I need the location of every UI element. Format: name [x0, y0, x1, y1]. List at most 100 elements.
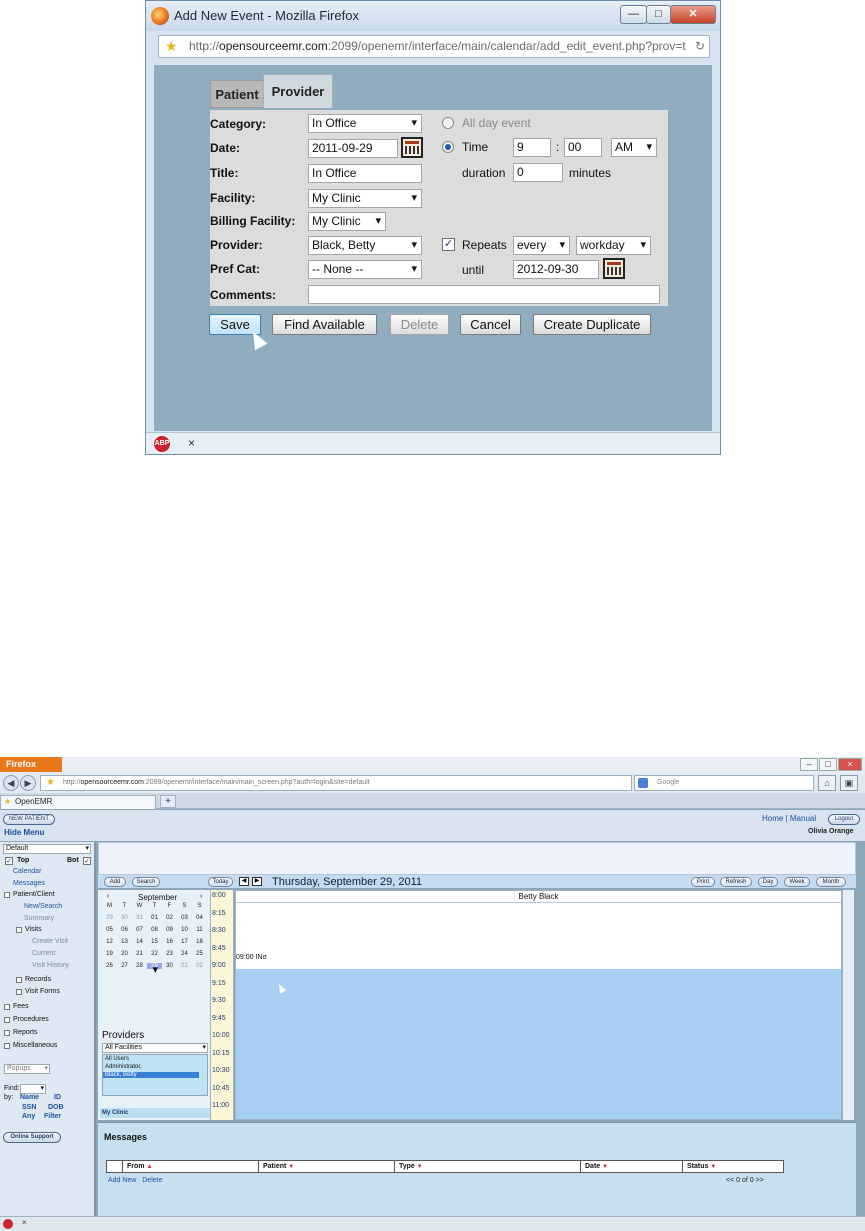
window-titlebar[interactable]: Add New Event - Mozilla Firefox — □ ✕: [146, 1, 720, 31]
time-slot[interactable]: 10:00: [212, 1032, 230, 1039]
nav-create-visit[interactable]: Create Visit: [32, 938, 68, 945]
nav-new-search[interactable]: New/Search: [24, 903, 62, 910]
calendar-day[interactable]: 29: [147, 963, 162, 976]
time-radio[interactable]: [442, 141, 454, 153]
time-slot[interactable]: 9:30: [212, 997, 226, 1004]
delete-button[interactable]: Delete: [390, 314, 449, 335]
column-patient[interactable]: Patient ▼: [259, 1161, 395, 1172]
calendar-day[interactable]: 09: [162, 927, 177, 933]
calendar-day[interactable]: 20: [117, 951, 132, 957]
maximize-button[interactable]: □: [646, 5, 671, 24]
facility-select[interactable]: My Clinic: [308, 189, 422, 208]
provider-select[interactable]: Black, Betty: [308, 236, 422, 255]
find-by-any[interactable]: Any: [22, 1113, 35, 1120]
minimize-button[interactable]: —: [620, 5, 647, 24]
nav-procedures[interactable]: Procedures: [13, 1016, 49, 1023]
home-link[interactable]: Home: [762, 814, 783, 823]
expand-icon[interactable]: [16, 989, 22, 995]
provider-list-item[interactable]: Administrator,: [105, 1064, 142, 1070]
month-view-button[interactable]: Month: [816, 877, 846, 887]
home-icon[interactable]: ⌂: [818, 775, 836, 791]
expand-icon[interactable]: [16, 977, 22, 983]
column-date[interactable]: Date ▼: [581, 1161, 683, 1172]
find-by-name[interactable]: Name: [20, 1094, 39, 1101]
prev-month-icon[interactable]: ‹: [107, 893, 109, 900]
find-filter[interactable]: Filter: [44, 1113, 61, 1120]
calendar-day[interactable]: 17: [177, 939, 192, 945]
nav-messages[interactable]: Messages: [13, 880, 45, 887]
adblock-icon[interactable]: ABP: [154, 436, 170, 452]
nav-calendar[interactable]: Calendar: [13, 868, 41, 875]
calendar-day[interactable]: 15: [147, 939, 162, 945]
comments-input[interactable]: [308, 285, 660, 304]
time-slot[interactable]: 8:45: [212, 945, 226, 952]
column-from[interactable]: From ▲: [123, 1161, 259, 1172]
day-grid-in-office[interactable]: [236, 969, 841, 1119]
calendar-scrollbar[interactable]: [842, 890, 854, 1120]
manual-link[interactable]: Manual: [790, 814, 816, 823]
calendar-day[interactable]: 23: [162, 951, 177, 957]
date-calendar-icon[interactable]: [401, 137, 423, 158]
time-slot[interactable]: 9:00: [212, 962, 226, 969]
repeats-checkbox[interactable]: ✓: [442, 238, 455, 251]
find-by-id[interactable]: ID: [54, 1094, 61, 1101]
add-event-button[interactable]: Add: [104, 877, 126, 887]
expand-icon[interactable]: [4, 1004, 10, 1010]
calendar-day[interactable]: 14: [132, 939, 147, 945]
nav-visit-forms[interactable]: Visit Forms: [25, 988, 60, 995]
title-input[interactable]: In Office: [308, 164, 422, 183]
repeat-every-select[interactable]: every: [513, 236, 570, 255]
delete-message-link[interactable]: Delete: [142, 1177, 162, 1184]
online-support-button[interactable]: Online Support: [3, 1132, 61, 1143]
hide-menu-link[interactable]: Hide Menu: [4, 828, 44, 837]
ampm-select[interactable]: AM: [611, 138, 657, 157]
nav-visits[interactable]: Visits: [25, 926, 42, 933]
close-button[interactable]: ✕: [670, 5, 716, 24]
expand-icon[interactable]: [4, 1017, 10, 1023]
calendar-day[interactable]: 01: [147, 915, 162, 921]
calendar-day[interactable]: 08: [147, 927, 162, 933]
bot-checkbox[interactable]: ✓: [83, 857, 91, 865]
time-slot[interactable]: 9:45: [212, 1015, 226, 1022]
calendar-day[interactable]: 19: [102, 951, 117, 957]
calendar-day[interactable]: 02: [162, 915, 177, 921]
time-slot[interactable]: 8:00: [212, 892, 226, 899]
close-addon-bar-icon[interactable]: ×: [188, 436, 195, 450]
calendar-day[interactable]: 24: [177, 951, 192, 957]
calendar-day[interactable]: 25: [192, 951, 207, 957]
calendar-day[interactable]: 07: [132, 927, 147, 933]
minute-input[interactable]: 00: [564, 138, 602, 157]
time-slot[interactable]: 10:15: [212, 1050, 230, 1057]
duration-input[interactable]: 0: [513, 163, 563, 182]
calendar-day[interactable]: 16: [162, 939, 177, 945]
next-month-icon[interactable]: ›: [200, 893, 202, 900]
calendar-day[interactable]: 27: [117, 963, 132, 969]
prev-day-icon[interactable]: ◀: [239, 877, 249, 886]
event-entry[interactable]: 09:00 INσ: [236, 954, 267, 961]
search-engine-box[interactable]: Google: [634, 775, 814, 791]
calendar-day[interactable]: 31: [132, 915, 147, 921]
time-slot[interactable]: 9:15: [212, 980, 226, 987]
calendar-day[interactable]: 28: [132, 963, 147, 969]
refresh-button[interactable]: Refresh: [720, 877, 752, 887]
calendar-day[interactable]: 13: [117, 939, 132, 945]
calendar-day[interactable]: 11: [192, 927, 207, 933]
pref-cat-select[interactable]: -- None --: [308, 260, 422, 279]
browser-maximize-button[interactable]: □: [819, 758, 837, 771]
address-bar[interactable]: ★ http://opensourceemr.com:2099/openemr/…: [158, 35, 710, 58]
until-date-input[interactable]: 2012-09-30: [513, 260, 599, 279]
nav-visit-history[interactable]: Visit History: [32, 962, 69, 969]
nav-fees[interactable]: Fees: [13, 1003, 29, 1010]
bookmark-star-icon[interactable]: ★: [165, 36, 178, 57]
calendar-day[interactable]: 01: [177, 963, 192, 969]
hour-input[interactable]: 9: [513, 138, 551, 157]
select-all-checkbox[interactable]: [107, 1161, 123, 1172]
calendar-day[interactable]: 05: [102, 927, 117, 933]
until-calendar-icon[interactable]: [603, 258, 625, 279]
top-checkbox[interactable]: ✓: [5, 857, 13, 865]
calendar-day[interactable]: 30: [117, 915, 132, 921]
calendar-day[interactable]: 12: [102, 939, 117, 945]
reload-icon[interactable]: ↻: [695, 36, 705, 57]
collapse-icon[interactable]: [4, 892, 10, 898]
addon-icon[interactable]: ▣: [840, 775, 858, 791]
